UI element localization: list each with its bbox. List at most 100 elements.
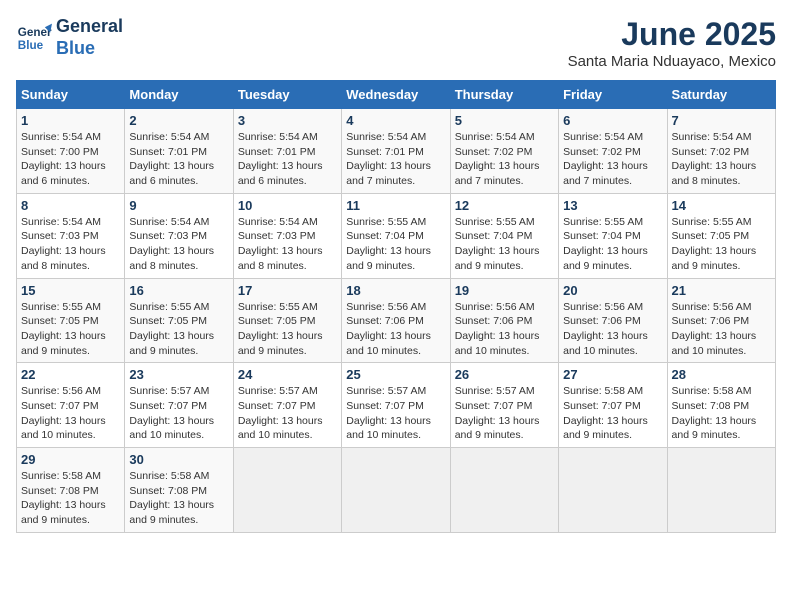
day-cell: 5 Sunrise: 5:54 AMSunset: 7:02 PMDayligh… <box>450 109 558 194</box>
empty-cell <box>667 448 775 533</box>
day-cell: 11 Sunrise: 5:55 AMSunset: 7:04 PMDaylig… <box>342 193 450 278</box>
day-number: 9 <box>129 198 228 213</box>
day-cell: 20 Sunrise: 5:56 AMSunset: 7:06 PMDaylig… <box>559 278 667 363</box>
day-number: 24 <box>238 367 337 382</box>
day-number: 5 <box>455 113 554 128</box>
day-info: Sunrise: 5:55 AMSunset: 7:05 PMDaylight:… <box>238 301 323 357</box>
day-cell: 17 Sunrise: 5:55 AMSunset: 7:05 PMDaylig… <box>233 278 341 363</box>
header-wednesday: Wednesday <box>342 81 450 109</box>
day-info: Sunrise: 5:54 AMSunset: 7:01 PMDaylight:… <box>238 131 323 187</box>
day-cell: 19 Sunrise: 5:56 AMSunset: 7:06 PMDaylig… <box>450 278 558 363</box>
calendar-subtitle: Santa Maria Nduayaco, Mexico <box>568 53 776 70</box>
day-info: Sunrise: 5:56 AMSunset: 7:06 PMDaylight:… <box>672 301 757 357</box>
day-number: 25 <box>346 367 445 382</box>
day-number: 15 <box>21 283 120 298</box>
day-number: 12 <box>455 198 554 213</box>
day-info: Sunrise: 5:57 AMSunset: 7:07 PMDaylight:… <box>346 385 431 441</box>
day-cell: 10 Sunrise: 5:54 AMSunset: 7:03 PMDaylig… <box>233 193 341 278</box>
day-cell: 14 Sunrise: 5:55 AMSunset: 7:05 PMDaylig… <box>667 193 775 278</box>
day-number: 8 <box>21 198 120 213</box>
calendar-row: 8 Sunrise: 5:54 AMSunset: 7:03 PMDayligh… <box>17 193 776 278</box>
empty-cell <box>342 448 450 533</box>
day-info: Sunrise: 5:55 AMSunset: 7:04 PMDaylight:… <box>346 216 431 272</box>
day-info: Sunrise: 5:56 AMSunset: 7:07 PMDaylight:… <box>21 385 106 441</box>
page-header: General Blue General Blue June 2025 Sant… <box>16 16 776 70</box>
empty-cell <box>559 448 667 533</box>
day-info: Sunrise: 5:55 AMSunset: 7:04 PMDaylight:… <box>455 216 540 272</box>
calendar-title: June 2025 <box>568 16 776 53</box>
day-number: 22 <box>21 367 120 382</box>
day-cell: 28 Sunrise: 5:58 AMSunset: 7:08 PMDaylig… <box>667 363 775 448</box>
day-number: 16 <box>129 283 228 298</box>
day-cell: 13 Sunrise: 5:55 AMSunset: 7:04 PMDaylig… <box>559 193 667 278</box>
header-monday: Monday <box>125 81 233 109</box>
day-cell: 16 Sunrise: 5:55 AMSunset: 7:05 PMDaylig… <box>125 278 233 363</box>
day-number: 18 <box>346 283 445 298</box>
day-number: 11 <box>346 198 445 213</box>
header-sunday: Sunday <box>17 81 125 109</box>
day-info: Sunrise: 5:55 AMSunset: 7:05 PMDaylight:… <box>21 301 106 357</box>
day-cell: 27 Sunrise: 5:58 AMSunset: 7:07 PMDaylig… <box>559 363 667 448</box>
day-number: 4 <box>346 113 445 128</box>
day-number: 10 <box>238 198 337 213</box>
day-number: 23 <box>129 367 228 382</box>
day-cell: 2 Sunrise: 5:54 AMSunset: 7:01 PMDayligh… <box>125 109 233 194</box>
day-number: 20 <box>563 283 662 298</box>
day-cell: 26 Sunrise: 5:57 AMSunset: 7:07 PMDaylig… <box>450 363 558 448</box>
day-cell: 4 Sunrise: 5:54 AMSunset: 7:01 PMDayligh… <box>342 109 450 194</box>
logo-line1: General <box>56 16 123 38</box>
day-cell: 15 Sunrise: 5:55 AMSunset: 7:05 PMDaylig… <box>17 278 125 363</box>
day-info: Sunrise: 5:58 AMSunset: 7:08 PMDaylight:… <box>21 470 106 526</box>
day-number: 26 <box>455 367 554 382</box>
day-info: Sunrise: 5:57 AMSunset: 7:07 PMDaylight:… <box>129 385 214 441</box>
calendar-table: Sunday Monday Tuesday Wednesday Thursday… <box>16 80 776 533</box>
logo-icon: General Blue <box>16 20 52 56</box>
calendar-row: 15 Sunrise: 5:55 AMSunset: 7:05 PMDaylig… <box>17 278 776 363</box>
day-number: 13 <box>563 198 662 213</box>
day-info: Sunrise: 5:55 AMSunset: 7:05 PMDaylight:… <box>129 301 214 357</box>
weekday-header-row: Sunday Monday Tuesday Wednesday Thursday… <box>17 81 776 109</box>
day-number: 14 <box>672 198 771 213</box>
header-saturday: Saturday <box>667 81 775 109</box>
day-number: 3 <box>238 113 337 128</box>
day-number: 30 <box>129 452 228 467</box>
title-area: June 2025 Santa Maria Nduayaco, Mexico <box>568 16 776 70</box>
day-cell: 22 Sunrise: 5:56 AMSunset: 7:07 PMDaylig… <box>17 363 125 448</box>
day-number: 2 <box>129 113 228 128</box>
day-cell: 24 Sunrise: 5:57 AMSunset: 7:07 PMDaylig… <box>233 363 341 448</box>
day-cell: 18 Sunrise: 5:56 AMSunset: 7:06 PMDaylig… <box>342 278 450 363</box>
day-info: Sunrise: 5:54 AMSunset: 7:01 PMDaylight:… <box>346 131 431 187</box>
day-info: Sunrise: 5:55 AMSunset: 7:04 PMDaylight:… <box>563 216 648 272</box>
day-cell: 30 Sunrise: 5:58 AMSunset: 7:08 PMDaylig… <box>125 448 233 533</box>
day-info: Sunrise: 5:54 AMSunset: 7:03 PMDaylight:… <box>21 216 106 272</box>
day-number: 1 <box>21 113 120 128</box>
day-info: Sunrise: 5:57 AMSunset: 7:07 PMDaylight:… <box>238 385 323 441</box>
day-cell: 23 Sunrise: 5:57 AMSunset: 7:07 PMDaylig… <box>125 363 233 448</box>
day-info: Sunrise: 5:58 AMSunset: 7:08 PMDaylight:… <box>672 385 757 441</box>
day-info: Sunrise: 5:58 AMSunset: 7:07 PMDaylight:… <box>563 385 648 441</box>
header-friday: Friday <box>559 81 667 109</box>
day-info: Sunrise: 5:56 AMSunset: 7:06 PMDaylight:… <box>455 301 540 357</box>
empty-cell <box>450 448 558 533</box>
empty-cell <box>233 448 341 533</box>
header-tuesday: Tuesday <box>233 81 341 109</box>
day-cell: 29 Sunrise: 5:58 AMSunset: 7:08 PMDaylig… <box>17 448 125 533</box>
day-cell: 1 Sunrise: 5:54 AMSunset: 7:00 PMDayligh… <box>17 109 125 194</box>
calendar-row: 22 Sunrise: 5:56 AMSunset: 7:07 PMDaylig… <box>17 363 776 448</box>
day-info: Sunrise: 5:55 AMSunset: 7:05 PMDaylight:… <box>672 216 757 272</box>
day-info: Sunrise: 5:54 AMSunset: 7:02 PMDaylight:… <box>672 131 757 187</box>
day-number: 7 <box>672 113 771 128</box>
day-number: 17 <box>238 283 337 298</box>
day-number: 6 <box>563 113 662 128</box>
logo-line2: Blue <box>56 38 123 60</box>
day-number: 27 <box>563 367 662 382</box>
logo: General Blue General Blue <box>16 16 123 59</box>
day-info: Sunrise: 5:56 AMSunset: 7:06 PMDaylight:… <box>563 301 648 357</box>
day-cell: 9 Sunrise: 5:54 AMSunset: 7:03 PMDayligh… <box>125 193 233 278</box>
header-thursday: Thursday <box>450 81 558 109</box>
day-cell: 3 Sunrise: 5:54 AMSunset: 7:01 PMDayligh… <box>233 109 341 194</box>
day-info: Sunrise: 5:58 AMSunset: 7:08 PMDaylight:… <box>129 470 214 526</box>
day-info: Sunrise: 5:54 AMSunset: 7:03 PMDaylight:… <box>238 216 323 272</box>
calendar-row: 1 Sunrise: 5:54 AMSunset: 7:00 PMDayligh… <box>17 109 776 194</box>
day-info: Sunrise: 5:54 AMSunset: 7:02 PMDaylight:… <box>455 131 540 187</box>
